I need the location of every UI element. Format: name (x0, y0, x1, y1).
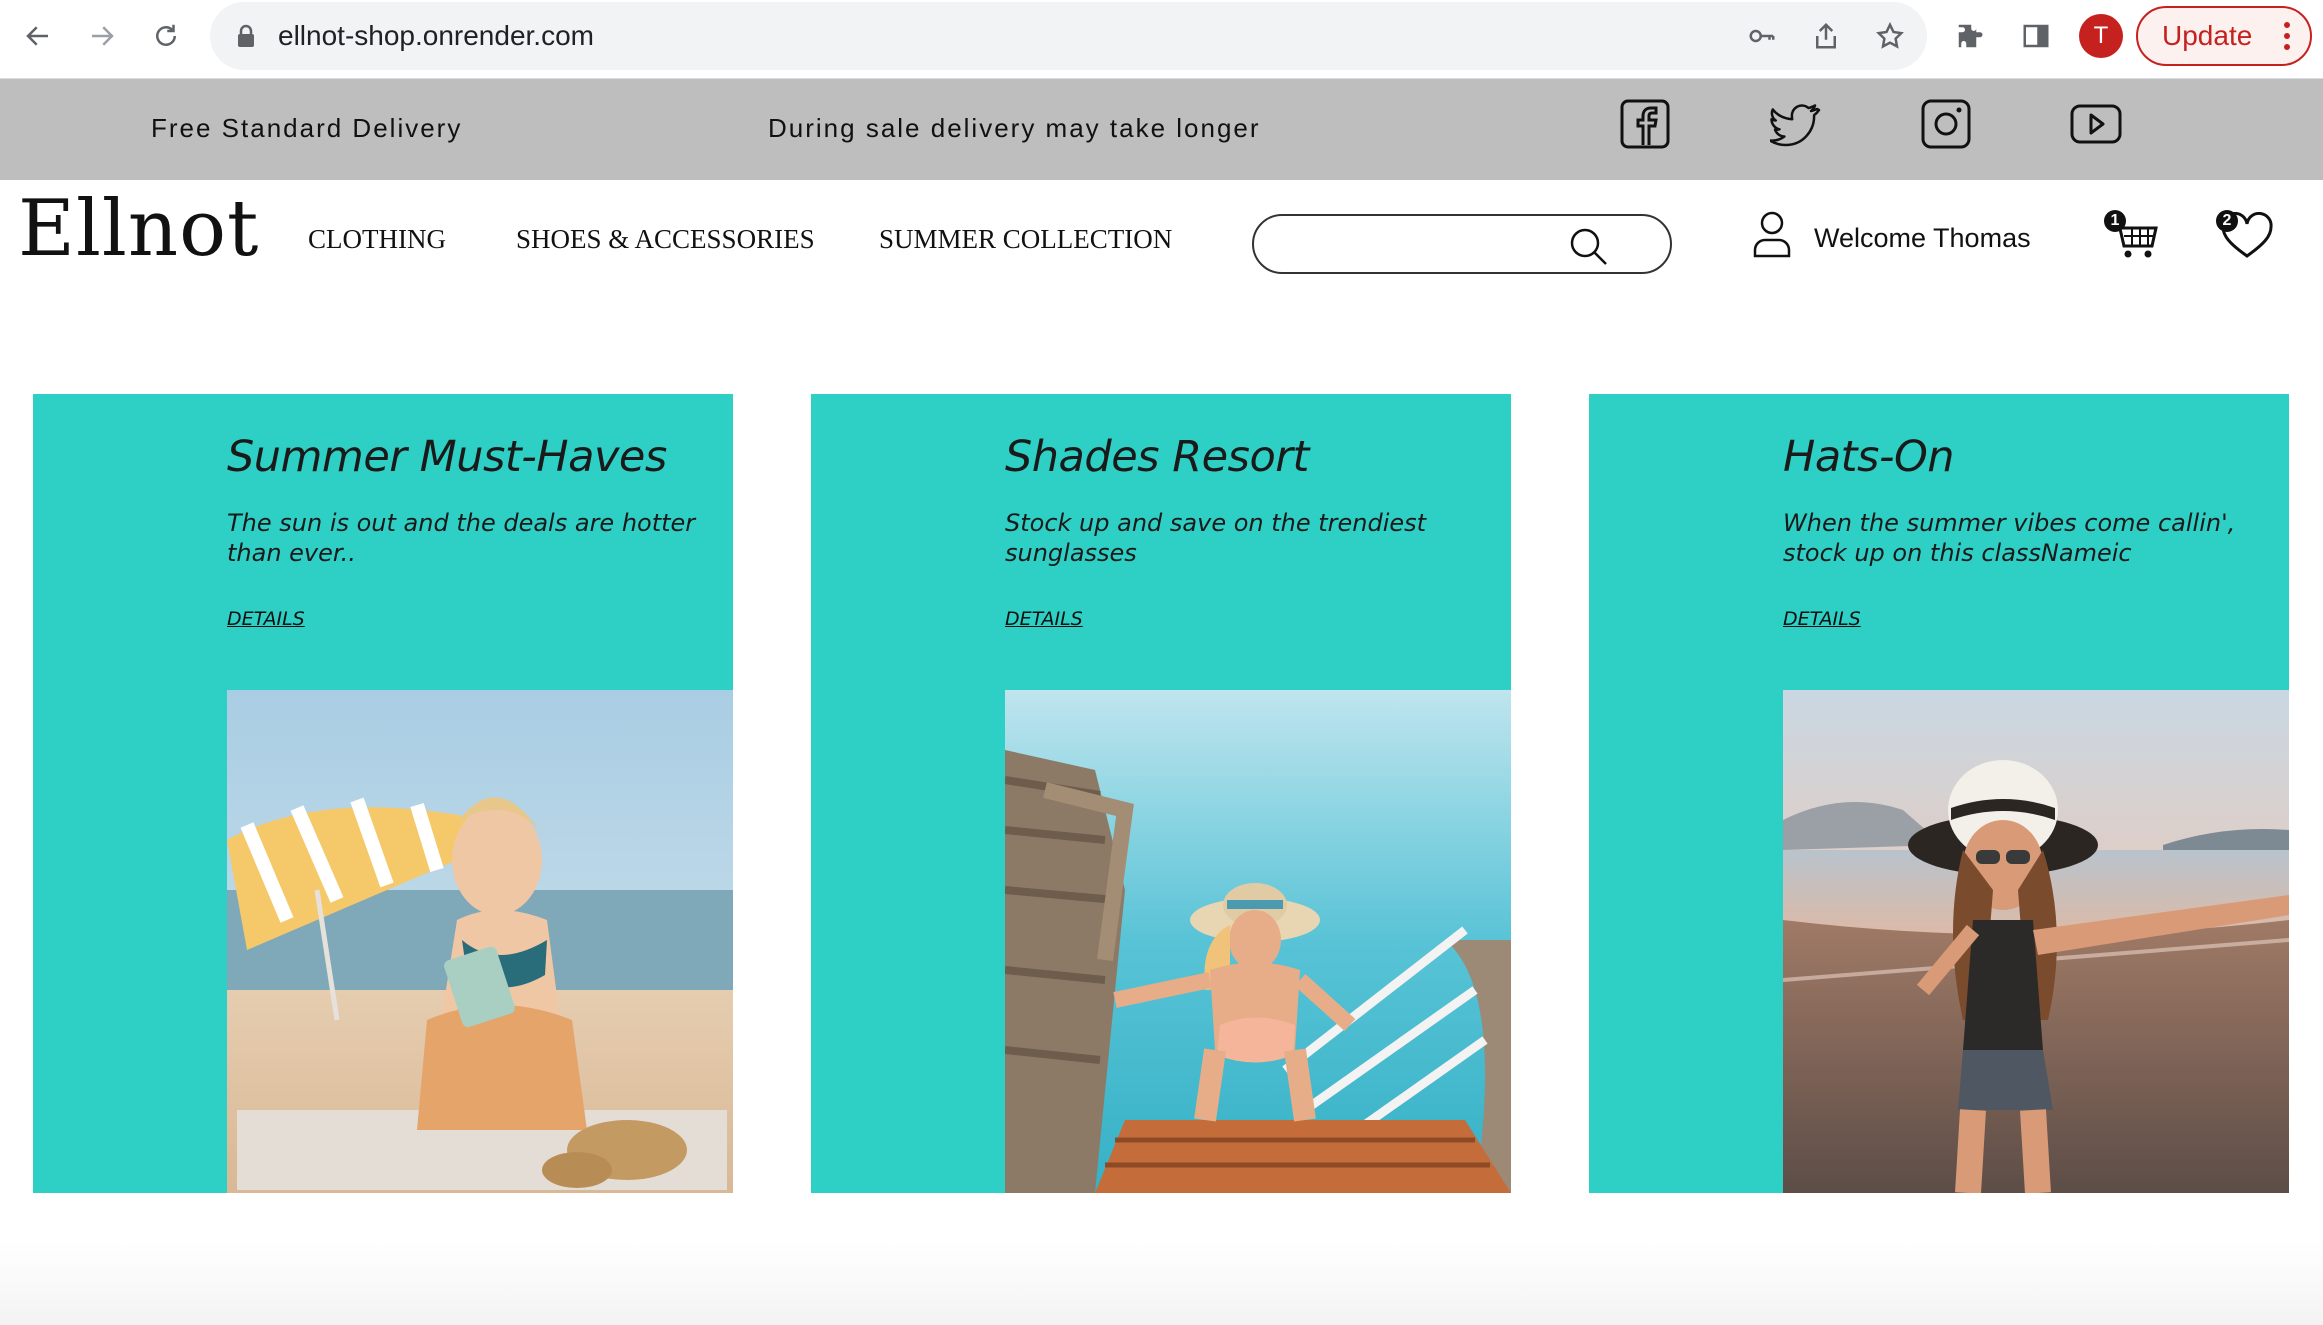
welcome-text: Welcome Thomas (1814, 223, 2031, 253)
reload-button[interactable] (144, 14, 188, 58)
back-button[interactable] (16, 14, 60, 58)
cart-count-badge: 1 (2104, 210, 2126, 232)
bookmark-star-icon[interactable] (1870, 16, 1910, 56)
forward-arrow-icon (92, 26, 114, 46)
forward-button[interactable] (80, 14, 124, 58)
card-title: Summer Must-Haves (227, 432, 667, 482)
youtube-icon[interactable] (2070, 98, 2122, 150)
pool-ladder-photo[interactable] (1005, 690, 1511, 1193)
nav-clothing[interactable]: CLOTHING (308, 224, 446, 255)
side-panel-icon[interactable] (2014, 14, 2058, 58)
site-header: Ellnot CLOTHING SHOES & ACCESSORIES SUMM… (0, 180, 2323, 295)
address-bar[interactable]: ellnot-shop.onrender.com (210, 2, 1927, 70)
promo-bar: Free Standard Delivery During sale deliv… (0, 79, 2323, 180)
page-footer-area (0, 1240, 2323, 1325)
update-button[interactable]: Update (2136, 6, 2312, 66)
nav-shoes-accessories[interactable]: SHOES & ACCESSORIES (516, 224, 815, 255)
wishlist-button[interactable]: 2 (2216, 210, 2274, 260)
promo-sale-notice: During sale delivery may take longer (768, 113, 1261, 143)
more-menu-icon (2284, 22, 2290, 50)
card-details-link[interactable]: DETAILS (1005, 608, 1083, 630)
user-icon[interactable] (1752, 210, 1792, 258)
card-description: When the summer vibes come callin', stoc… (1783, 509, 2236, 567)
back-arrow-icon (26, 26, 48, 46)
card-title: Hats-On (1783, 432, 1955, 482)
card-details-link[interactable]: DETAILS (1783, 608, 1861, 630)
extensions-icon[interactable] (1948, 14, 1992, 58)
promo-card-hats-on: Hats-On When the summer vibes come calli… (1589, 394, 2289, 1193)
promo-free-delivery: Free Standard Delivery (151, 113, 463, 143)
card-title: Shades Resort (1005, 432, 1309, 482)
card-description: Stock up and save on the trendiest sungl… (1005, 509, 1427, 567)
lock-icon (238, 24, 254, 47)
facebook-icon[interactable] (1619, 98, 1671, 150)
card-details-link[interactable]: DETAILS (227, 608, 305, 630)
promo-card-summer-must-haves: Summer Must-Haves The sun is out and the… (33, 394, 733, 1193)
update-label: Update (2162, 20, 2253, 51)
profile-avatar[interactable]: T (2079, 14, 2123, 58)
browser-toolbar: ellnot-shop.onrender.com T Update (0, 0, 2323, 79)
beach-umbrella-photo[interactable] (227, 690, 733, 1193)
search-icon[interactable] (1566, 224, 1610, 268)
twitter-icon[interactable] (1770, 98, 1822, 150)
wishlist-count-badge: 2 (2216, 210, 2238, 232)
cart-button[interactable]: 1 (2104, 210, 2160, 260)
instagram-icon[interactable] (1920, 98, 1972, 150)
url-text: ellnot-shop.onrender.com (278, 20, 594, 51)
reload-icon (156, 24, 176, 46)
share-icon[interactable] (1806, 16, 1846, 56)
nav-summer-collection[interactable]: SUMMER COLLECTION (879, 224, 1172, 255)
sunset-beach-photo[interactable] (1783, 690, 2289, 1193)
promo-card-shades-resort: Shades Resort Stock up and save on the t… (811, 394, 1511, 1193)
search-input[interactable] (1252, 214, 1672, 274)
card-description: The sun is out and the deals are hotter … (227, 509, 696, 567)
site-logo[interactable]: Ellnot (18, 184, 259, 274)
password-key-icon[interactable] (1742, 16, 1782, 56)
